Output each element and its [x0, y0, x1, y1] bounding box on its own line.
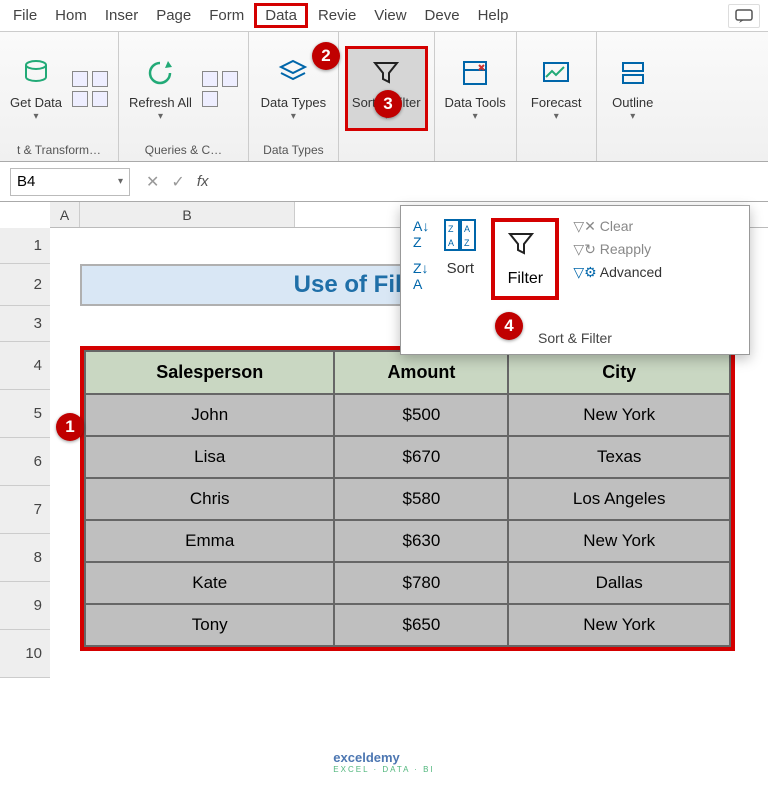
- th-salesperson[interactable]: Salesperson: [85, 351, 334, 394]
- forecast-button[interactable]: Forecast ▾: [526, 51, 586, 126]
- row-10[interactable]: 10: [0, 630, 50, 678]
- dropdown-footer: Sort & Filter: [401, 326, 749, 354]
- reapply-icon: ▽↻: [573, 241, 599, 257]
- cancel-icon[interactable]: ✕: [146, 172, 159, 192]
- tab-help[interactable]: Help: [470, 3, 517, 28]
- tab-view[interactable]: View: [366, 3, 414, 28]
- forecast-label: Forecast: [531, 95, 582, 111]
- clear-icon: ▽✕: [573, 218, 599, 234]
- row-1[interactable]: 1: [0, 228, 50, 264]
- tab-review[interactable]: Revie: [310, 3, 364, 28]
- table-row: John$500New York: [85, 394, 730, 436]
- filter-button[interactable]: Filter: [491, 218, 559, 300]
- table-row: Lisa$670Texas: [85, 436, 730, 478]
- funnel-icon: [507, 230, 543, 266]
- data-types-label: Data Types: [261, 95, 327, 111]
- th-amount[interactable]: Amount: [334, 351, 508, 394]
- callout-1: 1: [56, 413, 84, 441]
- tab-developer[interactable]: Deve: [417, 3, 468, 28]
- comments-icon[interactable]: [728, 4, 760, 28]
- row-8[interactable]: 8: [0, 534, 50, 582]
- formula-bar: B4 ✕ ✓ fx: [0, 162, 768, 202]
- outline-button[interactable]: Outline ▾: [603, 51, 663, 126]
- advanced-filter-button[interactable]: ▽⚙ Advanced: [573, 264, 662, 281]
- get-data-label: Get Data: [10, 95, 62, 111]
- get-data-button[interactable]: Get Data ▾: [6, 51, 66, 126]
- fx-icon[interactable]: fx: [197, 173, 209, 190]
- group-data-types: Data Types: [263, 141, 323, 159]
- tab-insert[interactable]: Inser: [97, 3, 146, 28]
- th-city[interactable]: City: [508, 351, 730, 394]
- svg-text:Z: Z: [464, 238, 470, 248]
- tab-file[interactable]: File: [5, 3, 45, 28]
- tab-formulas[interactable]: Form: [201, 3, 252, 28]
- row-7[interactable]: 7: [0, 486, 50, 534]
- row-4[interactable]: 4: [0, 342, 50, 390]
- col-B[interactable]: B: [80, 202, 295, 227]
- sort-icon: ZAAZ: [443, 218, 477, 252]
- table-row: Chris$580Los Angeles: [85, 478, 730, 520]
- outline-icon: [615, 55, 651, 91]
- get-data-mini-icons[interactable]: [72, 71, 112, 107]
- advanced-icon: ▽⚙: [573, 264, 599, 280]
- table-row: Tony$650New York: [85, 604, 730, 646]
- enter-icon[interactable]: ✓: [171, 172, 184, 192]
- filter-label: Filter: [508, 270, 544, 288]
- watermark: exceldemy EXCEL · DATA · BI: [333, 750, 434, 774]
- data-tools-icon: [457, 55, 493, 91]
- sort-filter-dropdown: A↓Z Z↓A ZAAZ Sort Filter ▽✕ Clear ▽↻ Rea…: [400, 205, 750, 355]
- clear-filter-button[interactable]: ▽✕ Clear: [573, 218, 662, 235]
- row-2[interactable]: 2: [0, 264, 50, 306]
- callout-2: 2: [312, 42, 340, 70]
- sort-az-icon[interactable]: A↓Z: [413, 218, 429, 250]
- table-row: Emma$630New York: [85, 520, 730, 562]
- row-numbers: 1 2 3 4 5 6 7 8 9 10: [0, 228, 50, 678]
- svg-text:A: A: [448, 238, 454, 248]
- tab-page[interactable]: Page: [148, 3, 199, 28]
- group-get-transform: t & Transform…: [17, 141, 101, 159]
- tab-data[interactable]: Data: [254, 3, 308, 28]
- row-6[interactable]: 6: [0, 438, 50, 486]
- group-queries: Queries & C…: [145, 141, 222, 159]
- row-5[interactable]: 5: [0, 390, 50, 438]
- data-types-icon: [275, 55, 311, 91]
- row-9[interactable]: 9: [0, 582, 50, 630]
- database-icon: [18, 55, 54, 91]
- name-box-value: B4: [17, 173, 35, 190]
- data-table-wrap: Salesperson Amount City John$500New York…: [80, 346, 735, 651]
- table-row: Kate$780Dallas: [85, 562, 730, 604]
- data-table: Salesperson Amount City John$500New York…: [84, 350, 731, 647]
- funnel-icon: [368, 55, 404, 91]
- name-box[interactable]: B4: [10, 168, 130, 196]
- svg-text:A: A: [464, 224, 470, 234]
- callout-4: 4: [495, 312, 523, 340]
- sort-za-icon[interactable]: Z↓A: [413, 260, 429, 292]
- svg-text:Z: Z: [448, 224, 454, 234]
- data-tools-button[interactable]: Data Tools ▾: [441, 51, 510, 126]
- sort-filter-button[interactable]: Sort & Filter ▾: [345, 46, 428, 131]
- reapply-button[interactable]: ▽↻ Reapply: [573, 241, 662, 258]
- data-tools-label: Data Tools: [445, 95, 506, 111]
- row-3[interactable]: 3: [0, 306, 50, 342]
- ribbon-tabs: File Hom Inser Page Form Data Revie View…: [0, 0, 768, 32]
- sort-button[interactable]: ZAAZ Sort: [443, 218, 477, 277]
- sort-label: Sort: [447, 260, 475, 277]
- refresh-icon: [142, 55, 178, 91]
- refresh-label: Refresh All: [129, 95, 192, 111]
- queries-mini-icons[interactable]: [202, 71, 242, 107]
- refresh-all-button[interactable]: Refresh All ▾: [125, 51, 196, 126]
- forecast-icon: [538, 55, 574, 91]
- outline-label: Outline: [612, 95, 653, 111]
- tab-home[interactable]: Hom: [47, 3, 95, 28]
- callout-3: 3: [374, 90, 402, 118]
- col-A[interactable]: A: [50, 202, 80, 227]
